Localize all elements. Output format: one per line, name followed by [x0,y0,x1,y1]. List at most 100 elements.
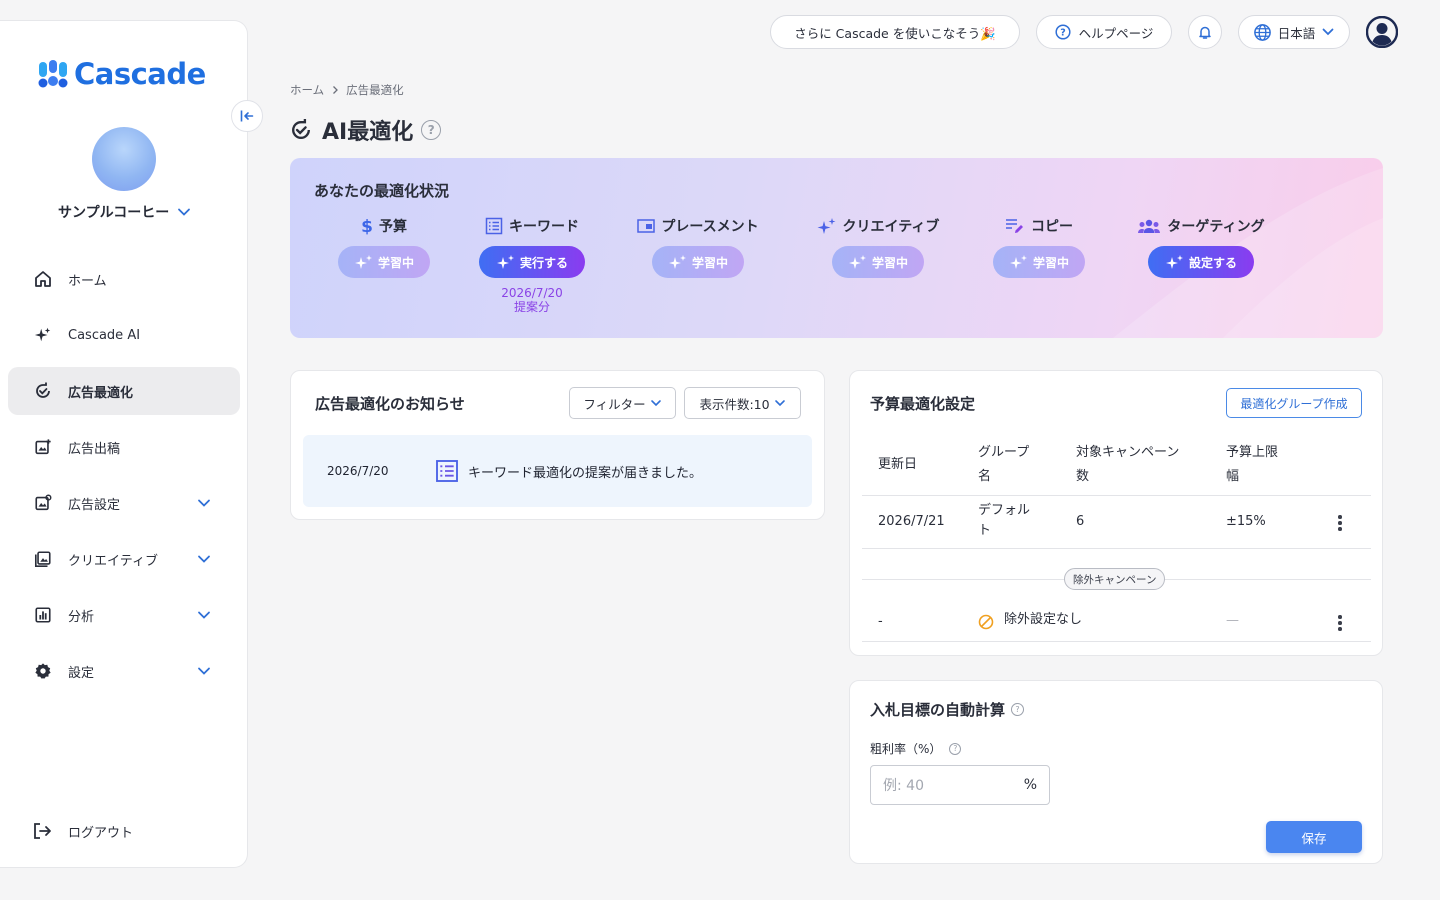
sidebar-item-label: 広告出稿 [68,441,121,457]
sidebar-nav: ホーム Cascade AI 広告最適化 広告出稿 広告設定 クリエイティブ 分… [8,255,240,703]
divider [862,548,1371,549]
header-updated: 更新日 [878,457,918,472]
status-label: 予算 [379,219,407,235]
language-selector[interactable]: 日本語 [1238,15,1350,49]
language-label: 日本語 [1277,25,1316,41]
cell-updated: 2026/7/21 [878,514,945,529]
status-label: キーワード [509,219,579,235]
sidebar-item-cascade-ai[interactable]: Cascade AI [8,311,240,359]
chevron-down-icon [178,208,191,216]
divider [862,495,1371,496]
breadcrumb-home[interactable]: ホーム [290,82,324,98]
ad-settings-icon [32,492,54,514]
sparkle-icon [817,218,836,234]
divider [862,641,1371,642]
create-group-button[interactable]: 最適化グループ作成 [1226,388,1362,418]
user-avatar-icon[interactable] [1366,16,1398,48]
sidebar-item-ad-optimization[interactable]: 広告最適化 [8,367,240,415]
prohibited-icon [978,614,994,630]
collapse-sidebar-button[interactable] [231,100,263,132]
status-item-targeting: ターゲティング 設定する [1131,216,1271,278]
sparkle-icon [668,255,686,269]
budget-title: 予算最適化設定 [870,395,976,413]
status-item-budget: $ 予算 学習中 [338,216,430,278]
creative-status-button[interactable]: 学習中 [832,246,924,278]
list-icon [485,217,503,235]
collapse-left-icon [240,110,254,122]
status-label: プレースメント [661,219,759,235]
notices-card: 広告最適化のお知らせ フィルター 表示件数:10 2026/7/20 キーワード… [290,370,825,520]
save-button[interactable]: 保存 [1266,821,1362,853]
row-menu-icon[interactable] [1338,615,1342,633]
sidebar-item-label: 設定 [68,665,95,681]
copy-status-button[interactable]: 学習中 [993,246,1085,278]
keyword-proposal-note: 2026/7/20 提案分 [501,286,563,314]
notice-item[interactable]: 2026/7/20 キーワード最適化の提案が届きました。 [303,435,812,507]
breadcrumb-current: 広告最適化 [346,83,404,97]
chevron-down-icon [198,611,210,619]
company-switcher[interactable]: サンプルコーヒー [58,202,191,222]
sidebar-item-home[interactable]: ホーム [8,255,240,303]
sidebar-item-ad-settings[interactable]: 広告設定 [8,479,240,527]
status-item-creative: クリエイティブ 学習中 [812,216,944,278]
filter-dropdown[interactable]: フィルター [569,387,676,419]
status-item-placement: プレースメント 学習中 [632,216,764,278]
help-question-icon[interactable]: ? [949,742,962,755]
sidebar-item-analytics[interactable]: 分析 [8,591,240,639]
sidebar-item-ad-publish[interactable]: 広告出稿 [8,423,240,471]
page-size-dropdown[interactable]: 表示件数:10 [684,387,801,419]
optimization-status-banner: あなたの最適化状況 $ 予算 学習中 キーワード 実行する 2026/7/20 … [290,158,1383,338]
row-menu-icon[interactable] [1338,515,1342,533]
keyword-run-button[interactable]: 実行する [479,246,585,278]
list-icon [436,460,458,482]
optimize-icon [292,118,310,139]
placement-status-button[interactable]: 学習中 [652,246,744,278]
sidebar-item-creative[interactable]: クリエイティブ [8,535,240,583]
promo-label: さらに Cascade を使いこなそう🎉 [794,25,996,41]
breadcrumb: ホーム 広告最適化 [290,82,404,98]
help-question-icon[interactable]: ? [421,120,442,140]
chevron-down-icon [198,555,210,563]
help-circle-icon: ? [1055,24,1071,40]
margin-label: 粗利率（%） [870,742,942,756]
help-button[interactable]: ? ヘルプページ [1036,15,1172,49]
logo-text: Cascade [74,57,206,91]
notice-date: 2026/7/20 [327,464,389,478]
notifications-button[interactable] [1188,15,1222,49]
budget-status-button[interactable]: 学習中 [338,246,430,278]
logout-label: ログアウト [68,825,134,841]
page-title-text: AI最適化 [322,120,414,145]
help-question-icon[interactable]: ? [1011,703,1025,716]
chevron-right-icon [333,86,339,94]
margin-rate-input[interactable]: 例: 40 % [870,765,1050,805]
sparkle-icon [354,255,372,269]
status-item-copy: コピー 学習中 [993,216,1085,278]
analytics-icon [32,604,54,626]
cell-group: デフォル ト [978,503,1031,538]
chevron-down-icon [774,400,785,407]
sparkle-icon [848,255,866,269]
logout-button[interactable]: ログアウト [32,821,133,841]
gear-icon [32,660,54,682]
dollar-icon: $ [361,217,373,235]
budget-optimization-card: 予算最適化設定 最適化グループ作成 更新日 グループ 名 対象キャンペーン 数 … [849,370,1383,656]
status-label: クリエイティブ [842,219,940,235]
cascade-logo[interactable]: Cascade [38,57,206,91]
svg-text:$: $ [361,217,373,235]
notice-message: キーワード最適化の提案が届きました。 [468,465,703,481]
bid-title: 入札目標の自動計算 [870,701,1006,719]
targeting-setup-button[interactable]: 設定する [1148,246,1254,278]
sidebar-item-settings[interactable]: 設定 [8,647,240,695]
header-limit: 予算上限 幅 [1226,445,1279,484]
company-avatar [92,127,156,191]
sparkle-icon [496,255,514,269]
image-icon [32,548,54,570]
bid-target-card: 入札目標の自動計算 ? 粗利率（%） ? 例: 40 % 保存 [849,680,1383,864]
status-label: ターゲティング [1167,219,1265,235]
sparkle-icon [32,324,54,346]
promo-button[interactable]: さらに Cascade を使いこなそう🎉 [770,15,1020,49]
placement-icon [637,219,656,233]
people-icon [1138,219,1161,233]
cell-limit: ±15% [1226,514,1266,529]
logout-icon [34,823,51,839]
